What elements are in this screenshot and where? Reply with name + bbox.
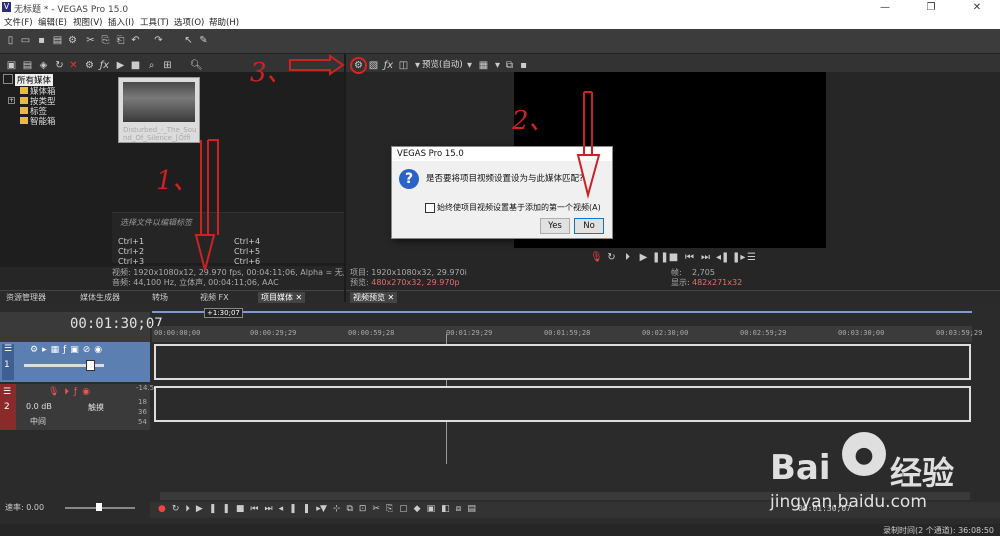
paw-icon: ● — [842, 432, 886, 476]
down-arrow-2 — [576, 92, 601, 199]
watermark-url: jingyan.baidu.com — [770, 492, 927, 512]
down-arrow-1 — [194, 140, 216, 271]
baidu-watermark: Bai ● 经验 jingyan.baidu.com — [770, 430, 995, 520]
annotation-2: 2、 — [512, 106, 555, 136]
watermark-brand: Bai — [770, 448, 831, 488]
watermark-brand-cn: 经验 — [890, 454, 955, 492]
right-arrow-3 — [289, 54, 345, 76]
down-arrow-1-body — [208, 139, 219, 235]
annotation-3: 3、 — [250, 58, 293, 88]
annotation-1: 1、 — [156, 166, 199, 196]
